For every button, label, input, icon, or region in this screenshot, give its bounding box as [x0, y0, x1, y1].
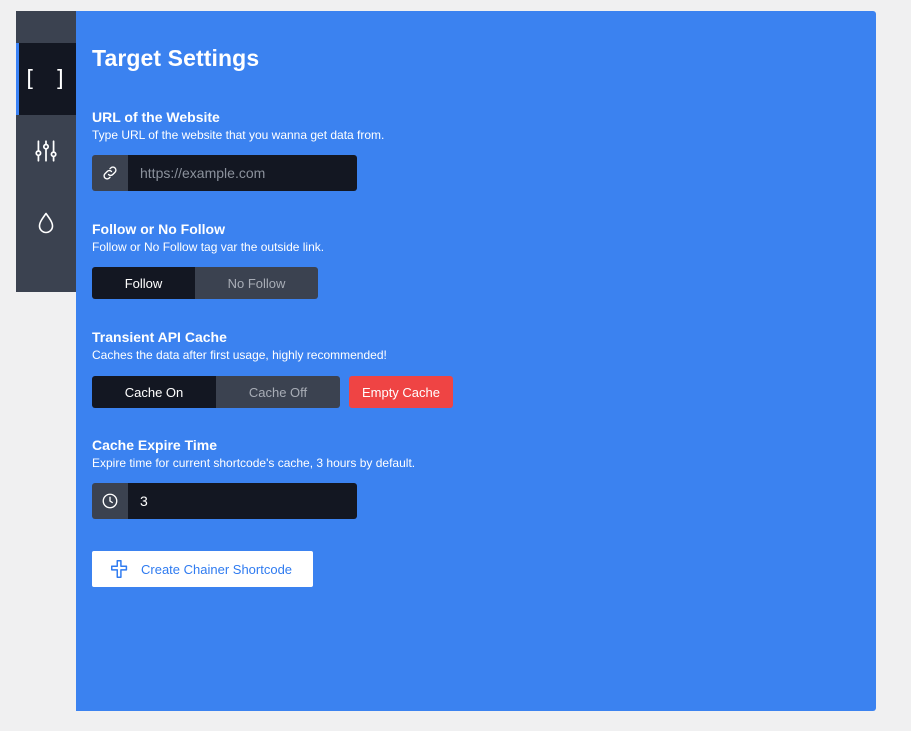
sidebar-item-style[interactable] — [16, 187, 76, 259]
cache-description: Caches the data after first usage, highl… — [92, 348, 387, 362]
brackets-icon: [ ] — [23, 66, 69, 92]
create-shortcode-button[interactable]: Create Chainer Shortcode — [92, 551, 313, 587]
cache-label: Transient API Cache — [92, 329, 227, 345]
follow-toggle: Follow No Follow — [92, 267, 318, 299]
link-icon — [92, 155, 128, 191]
sliders-icon — [35, 140, 57, 162]
cache-toggle: Cache On Cache Off — [92, 376, 340, 408]
settings-panel: Target Settings URL of the Website Type … — [76, 11, 876, 711]
empty-cache-button[interactable]: Empty Cache — [349, 376, 453, 408]
sidebar-item-target[interactable]: [ ] — [16, 43, 76, 115]
sidebar-item-settings[interactable] — [16, 115, 76, 187]
url-input[interactable] — [128, 155, 357, 191]
create-shortcode-label: Create Chainer Shortcode — [141, 561, 293, 577]
expire-input-group — [92, 483, 357, 519]
clock-icon — [92, 483, 128, 519]
follow-label: Follow or No Follow — [92, 221, 225, 237]
url-description: Type URL of the website that you wanna g… — [92, 128, 385, 142]
sidebar: [ ] — [16, 11, 76, 292]
cache-on-button[interactable]: Cache On — [92, 376, 216, 408]
url-label: URL of the Website — [92, 109, 220, 125]
page-title: Target Settings — [92, 45, 260, 71]
cache-off-button[interactable]: Cache Off — [216, 376, 340, 408]
expire-description: Expire time for current shortcode's cach… — [92, 456, 416, 470]
expire-label: Cache Expire Time — [92, 437, 218, 453]
expire-input[interactable] — [128, 483, 357, 519]
no-follow-button[interactable]: No Follow — [195, 267, 318, 299]
url-input-group — [92, 155, 357, 191]
drop-icon — [38, 212, 54, 234]
follow-button[interactable]: Follow — [92, 267, 195, 299]
follow-description: Follow or No Follow tag var the outside … — [92, 240, 325, 254]
chain-icon — [111, 560, 128, 578]
